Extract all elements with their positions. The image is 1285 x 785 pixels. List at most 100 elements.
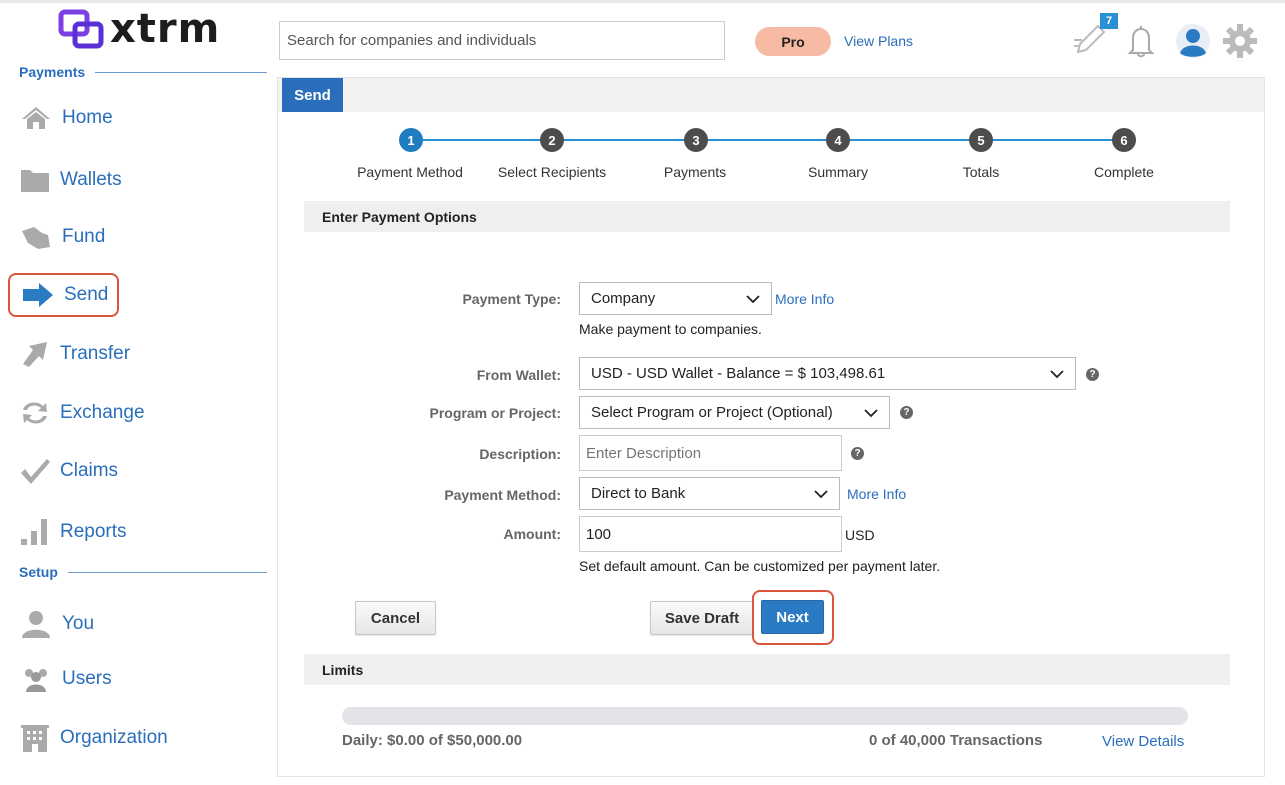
chevron-down-icon <box>864 408 878 417</box>
xtrm-logo-mark-icon <box>58 8 104 50</box>
cancel-button[interactable]: Cancel <box>355 601 436 635</box>
sidebar-item-claims[interactable]: Claims <box>8 449 118 493</box>
sidebar-item-label: Home <box>62 107 113 128</box>
check-icon <box>19 456 51 486</box>
payment-type-hint: Make payment to companies. <box>579 321 762 337</box>
section-rule <box>95 71 267 73</box>
step-2-dot[interactable]: 2 <box>540 128 564 152</box>
sidebar-item-you[interactable]: You <box>8 602 118 646</box>
transactions-limit-text: 0 of 40,000 Transactions <box>869 732 1043 749</box>
chevron-down-icon <box>746 294 760 303</box>
sidebar-item-label: Users <box>62 668 112 689</box>
payment-type-value: Company <box>591 290 656 307</box>
step-1-label: Payment Method <box>357 164 463 180</box>
notification-count-badge: 7 <box>1100 13 1118 29</box>
step-6-dot[interactable]: 6 <box>1112 128 1136 152</box>
amount-currency: USD <box>845 527 875 543</box>
payment-type-more-info-link[interactable]: More Info <box>775 291 834 307</box>
payment-method-more-info-link[interactable]: More Info <box>847 486 906 502</box>
view-details-link[interactable]: View Details <box>1102 733 1184 750</box>
sidebar-item-label: Exchange <box>60 402 145 423</box>
sidebar-item-label: Organization <box>60 727 168 748</box>
user-icon <box>19 609 53 639</box>
transfer-icon <box>19 339 51 369</box>
sidebar-item-reports[interactable]: Reports <box>8 510 127 554</box>
sidebar-item-label: Claims <box>60 460 119 481</box>
step-4-dot[interactable]: 4 <box>826 128 850 152</box>
sidebar-item-label: Transfer <box>60 343 131 364</box>
save-draft-button[interactable]: Save Draft <box>650 601 754 635</box>
top-rule <box>0 0 1285 3</box>
sidebar-item-home[interactable]: Home <box>8 96 118 140</box>
payment-type-select[interactable]: Company <box>579 282 772 315</box>
description-label: Description: <box>479 446 561 462</box>
section-setup-title: Setup <box>19 564 58 580</box>
step-5-label: Totals <box>962 164 1000 180</box>
bell-icon[interactable] <box>1124 24 1158 58</box>
sidebar-item-fund[interactable]: Fund <box>8 215 118 259</box>
sidebar-item-transfer[interactable]: Transfer <box>8 332 130 376</box>
brand-name: xtrm <box>110 6 221 52</box>
sidebar-item-wallets[interactable]: Wallets <box>8 158 122 202</box>
sidebar-item-send[interactable]: Send <box>8 273 119 317</box>
stepper-line <box>412 139 1125 141</box>
program-value: Select Program or Project (Optional) <box>591 404 833 421</box>
payment-type-label: Payment Type: <box>462 291 561 307</box>
step-5-dot[interactable]: 5 <box>969 128 993 152</box>
gear-icon[interactable] <box>1222 23 1258 59</box>
program-label: Program or Project: <box>429 405 561 421</box>
sidebar-item-users[interactable]: Users <box>8 657 118 701</box>
chevron-down-icon <box>814 489 828 498</box>
folder-icon <box>19 165 51 195</box>
sidebar-item-exchange[interactable]: Exchange <box>8 391 145 435</box>
payment-method-label: Payment Method: <box>444 487 561 503</box>
sidebar-item-label: Send <box>64 284 109 305</box>
help-icon[interactable]: ? <box>851 447 864 460</box>
section-setup: Setup <box>19 564 267 580</box>
avatar-icon[interactable] <box>1175 23 1211 59</box>
section-payments-title: Payments <box>19 64 86 80</box>
step-6-label: Complete <box>1094 164 1154 180</box>
sidebar-item-label: Reports <box>60 521 127 542</box>
section-rule <box>67 571 267 573</box>
users-icon <box>19 664 53 694</box>
home-icon <box>19 103 53 133</box>
chevron-down-icon <box>1050 369 1064 378</box>
daily-limit-text: Daily: $0.00 of $50,000.00 <box>342 732 523 749</box>
amount-field[interactable] <box>579 516 842 552</box>
plan-badge[interactable]: Pro <box>755 27 831 56</box>
next-button[interactable]: Next <box>761 600 824 634</box>
help-icon[interactable]: ? <box>1086 368 1099 381</box>
from-wallet-value: USD - USD Wallet - Balance = $ 103,498.6… <box>591 365 886 382</box>
step-3-label: Payments <box>663 164 727 180</box>
send-arrow-icon <box>21 280 55 310</box>
step-1-dot[interactable]: 1 <box>399 128 423 152</box>
tab-strip <box>278 78 1264 112</box>
from-wallet-label: From Wallet: <box>476 367 561 383</box>
amount-hint: Set default amount. Can be customized pe… <box>579 558 941 574</box>
daily-limit-progress <box>342 707 1188 725</box>
description-field[interactable] <box>579 435 842 471</box>
payment-method-value: Direct to Bank <box>591 485 686 502</box>
exchange-icon <box>19 398 51 428</box>
xtrm-logo[interactable]: xtrm <box>58 8 220 50</box>
search-input[interactable] <box>279 21 725 60</box>
step-3-dot[interactable]: 3 <box>684 128 708 152</box>
sidebar-item-label: Fund <box>62 226 106 247</box>
from-wallet-select[interactable]: USD - USD Wallet - Balance = $ 103,498.6… <box>579 357 1076 390</box>
step-2-label: Select Recipients <box>497 164 607 180</box>
payment-method-select[interactable]: Direct to Bank <box>579 477 840 510</box>
tab-send[interactable]: Send <box>282 78 343 112</box>
sidebar-item-label: You <box>62 613 95 634</box>
limits-header: Limits <box>304 654 1230 685</box>
sidebar-item-label: Wallets <box>60 169 122 190</box>
payment-options-header: Enter Payment Options <box>304 201 1230 232</box>
sidebar-item-organization[interactable]: Organization <box>8 716 168 760</box>
view-plans-link[interactable]: View Plans <box>844 33 913 49</box>
amount-label: Amount: <box>503 526 561 542</box>
step-4-label: Summary <box>808 164 868 180</box>
fund-icon <box>19 222 53 252</box>
help-icon[interactable]: ? <box>900 406 913 419</box>
section-payments: Payments <box>19 64 267 80</box>
program-select[interactable]: Select Program or Project (Optional) <box>579 396 890 429</box>
